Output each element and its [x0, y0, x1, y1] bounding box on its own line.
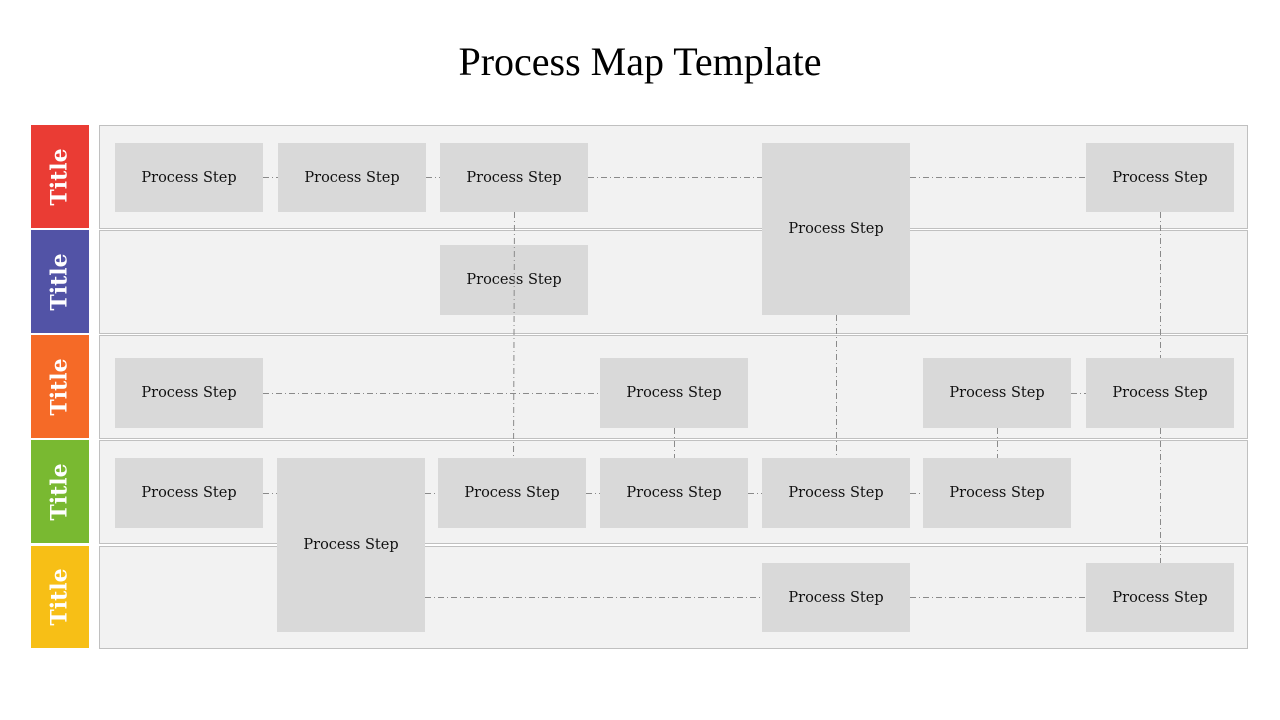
- process-step[interactable]: Process Step: [438, 458, 586, 528]
- process-step[interactable]: Process Step: [115, 458, 263, 528]
- process-step[interactable]: Process Step: [1086, 143, 1234, 212]
- process-step[interactable]: Process Step: [762, 143, 910, 315]
- process-step[interactable]: Process Step: [600, 458, 748, 528]
- process-step[interactable]: Process Step: [277, 458, 425, 632]
- lane-label-2: Title: [31, 230, 89, 333]
- lane-label-3: Title: [31, 335, 89, 438]
- process-step[interactable]: Process Step: [115, 358, 263, 428]
- swimlane-2: [99, 230, 1248, 334]
- process-step[interactable]: Process Step: [923, 358, 1071, 428]
- lane-title: Title: [47, 252, 73, 311]
- lane-title: Title: [47, 568, 73, 626]
- process-step[interactable]: Process Step: [600, 358, 748, 428]
- process-step[interactable]: Process Step: [762, 458, 910, 528]
- swimlane-1: [99, 125, 1248, 229]
- lane-title: Title: [47, 462, 73, 521]
- process-step[interactable]: Process Step: [762, 563, 910, 632]
- process-step[interactable]: Process Step: [1086, 358, 1234, 428]
- process-step[interactable]: Process Step: [115, 143, 263, 212]
- lane-title: Title: [47, 147, 73, 206]
- lane-title: Title: [47, 357, 73, 416]
- lane-label-5: Title: [31, 546, 89, 648]
- process-step[interactable]: Process Step: [440, 143, 588, 212]
- swimlane-5: [99, 546, 1248, 649]
- process-step[interactable]: Process Step: [1086, 563, 1234, 632]
- process-step[interactable]: Process Step: [923, 458, 1071, 528]
- page-title: Process Map Template: [458, 39, 822, 84]
- lane-label-4: Title: [31, 440, 89, 543]
- process-step[interactable]: Process Step: [440, 245, 588, 315]
- lane-label-1: Title: [31, 125, 89, 228]
- process-step[interactable]: Process Step: [278, 143, 426, 212]
